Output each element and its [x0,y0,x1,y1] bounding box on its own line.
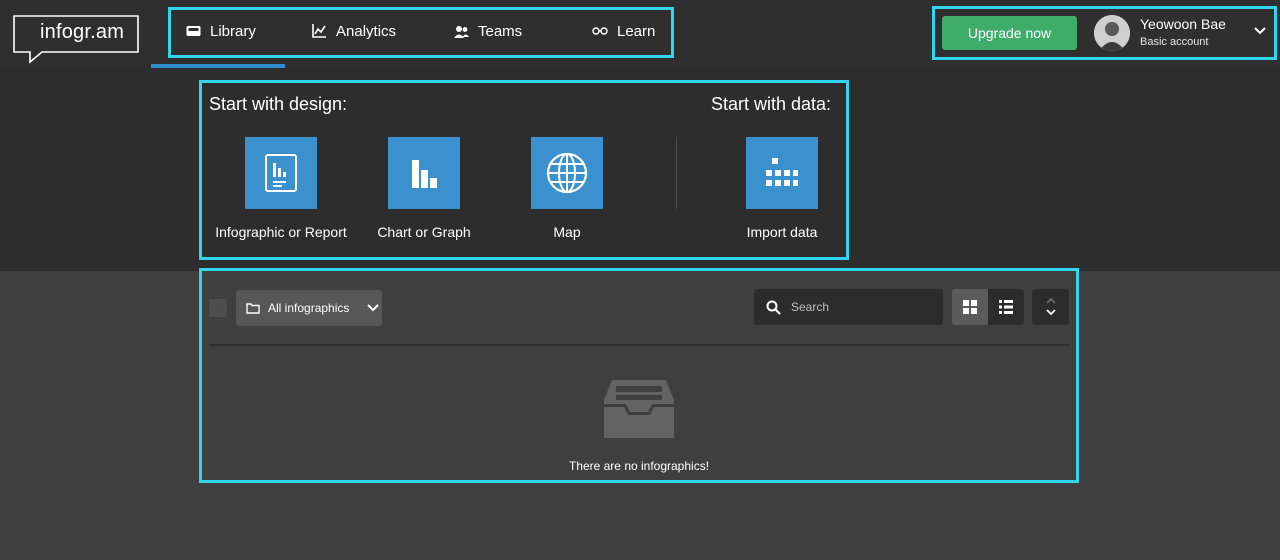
user-photo-icon [1094,15,1130,51]
start-panel-background [0,68,1280,271]
tile-import-data-label[interactable]: Import data [702,224,862,240]
report-icon [265,154,297,192]
start-with-data-title: Start with data: [711,94,832,114]
chevron-down-icon[interactable] [1254,27,1266,35]
sort-button[interactable] [1032,289,1069,325]
tile-chart-graph[interactable] [388,137,460,209]
search-icon [766,300,781,315]
folder-dropdown[interactable]: All infographics [236,290,382,326]
list-view-icon [999,300,1013,314]
chevron-down-icon [367,304,380,312]
avatar[interactable] [1094,15,1130,51]
top-bar: infogr.am Library Analytics Teams Learn [0,0,1280,68]
empty-inbox-icon [604,380,674,438]
tile-chart-graph-label[interactable]: Chart or Graph [344,224,504,240]
nav-teams-label: Teams [478,22,523,40]
nav-learn-label: Learn [617,22,656,40]
learn-icon [592,27,608,35]
nav-library[interactable]: Library [186,20,256,42]
upgrade-now-button[interactable]: Upgrade now [942,16,1077,50]
nav-analytics[interactable]: Analytics [312,20,396,42]
folder-icon [246,303,260,314]
import-grid-icon [766,158,798,186]
nav-library-label: Library [210,22,256,40]
start-divider [676,137,677,209]
sort-icon [1045,297,1056,316]
library-divider [209,344,1069,346]
empty-state-message: There are no infographics! [568,459,710,473]
grid-view-button[interactable] [952,289,988,325]
search-input[interactable] [789,299,933,315]
teams-icon [454,25,469,38]
tile-map-label[interactable]: Map [487,224,647,240]
tile-infographic-report[interactable] [245,137,317,209]
tile-map[interactable] [531,137,603,209]
nav-learn[interactable]: Learn [592,20,655,42]
tile-import-data[interactable] [746,137,818,209]
grid-view-icon [963,300,977,314]
user-name[interactable]: Yeowoon Bae [1140,16,1226,32]
library-icon [186,26,201,36]
nav-analytics-label: Analytics [336,22,397,40]
nav-teams[interactable]: Teams [454,20,522,42]
globe-icon [546,152,588,194]
tile-infographic-report-label[interactable]: Infographic or Report [201,224,361,240]
search-box[interactable] [754,289,943,325]
logo-text: infogr.am [40,21,125,43]
list-view-button[interactable] [988,289,1024,325]
analytics-icon [312,24,326,38]
select-all-checkbox[interactable] [209,299,227,317]
user-plan: Basic account [1140,36,1209,48]
folder-dropdown-label: All infographics [268,301,350,315]
bar-chart-icon [412,160,437,188]
start-with-design-title: Start with design: [209,94,348,114]
